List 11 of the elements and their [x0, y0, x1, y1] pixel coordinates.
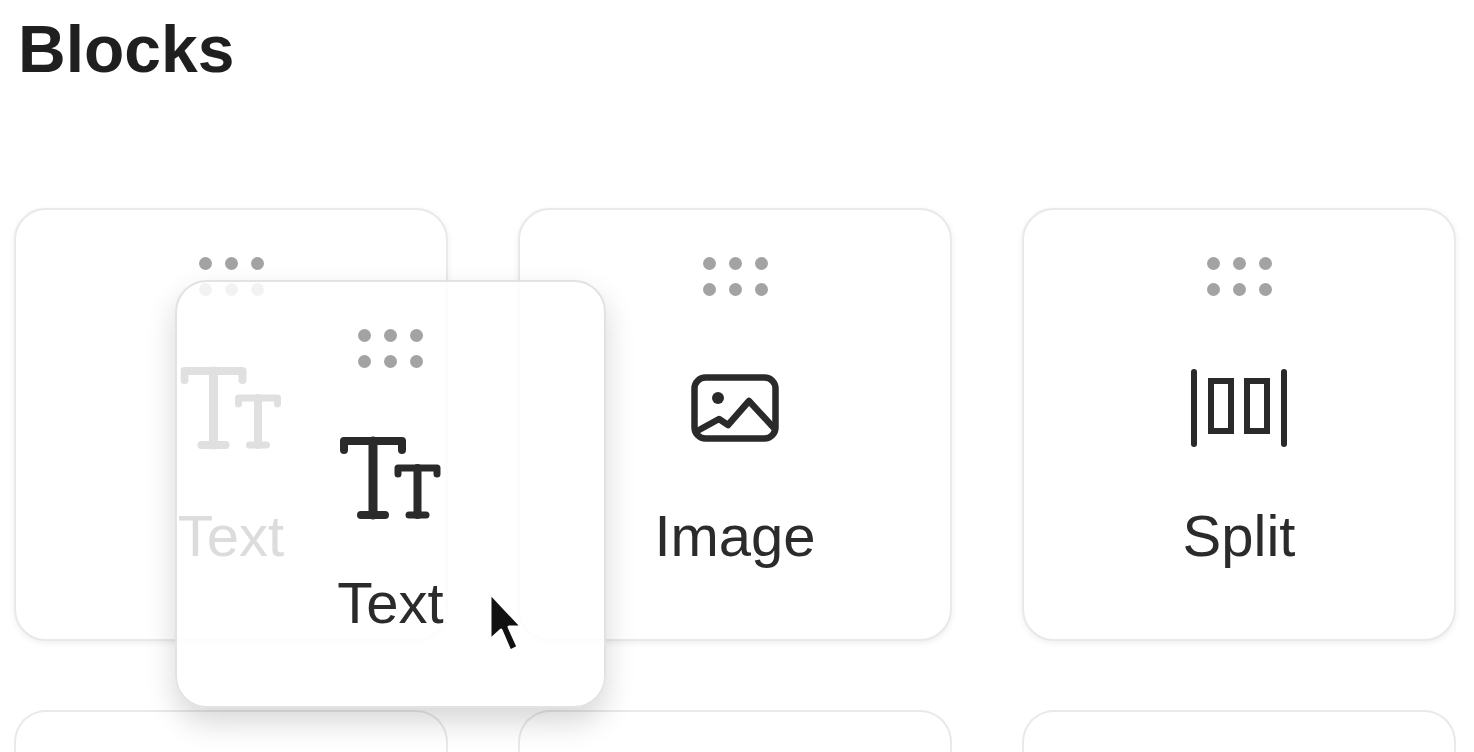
block-tile[interactable] [14, 710, 448, 752]
image-icon [691, 374, 779, 443]
text-icon [180, 366, 282, 451]
block-tile[interactable] [518, 710, 952, 752]
drag-handle-icon[interactable] [358, 329, 423, 369]
columns-icon [1188, 369, 1290, 448]
drag-handle-icon[interactable] [702, 257, 768, 297]
block-tile[interactable]: Split [1022, 208, 1456, 642]
drag-handle-icon[interactable] [1206, 257, 1272, 297]
text-icon [340, 436, 441, 521]
page-title: Blocks [18, 11, 235, 88]
